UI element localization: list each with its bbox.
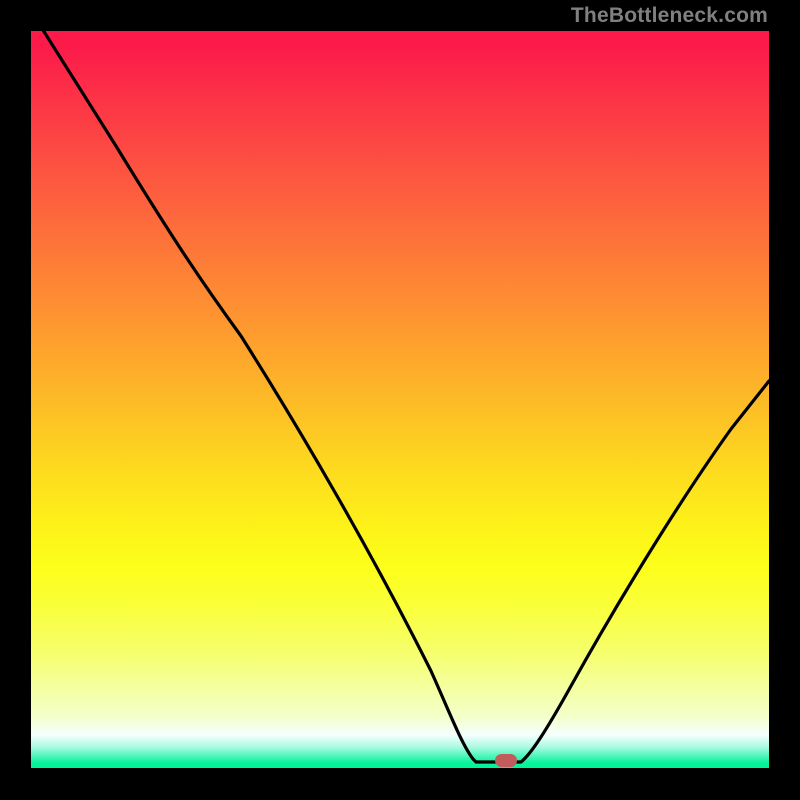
chart-frame: TheBottleneck.com bbox=[0, 0, 800, 800]
watermark-text: TheBottleneck.com bbox=[571, 4, 768, 28]
plot-area bbox=[31, 31, 769, 768]
bottleneck-curve bbox=[31, 31, 769, 768]
optimal-marker bbox=[495, 754, 517, 767]
